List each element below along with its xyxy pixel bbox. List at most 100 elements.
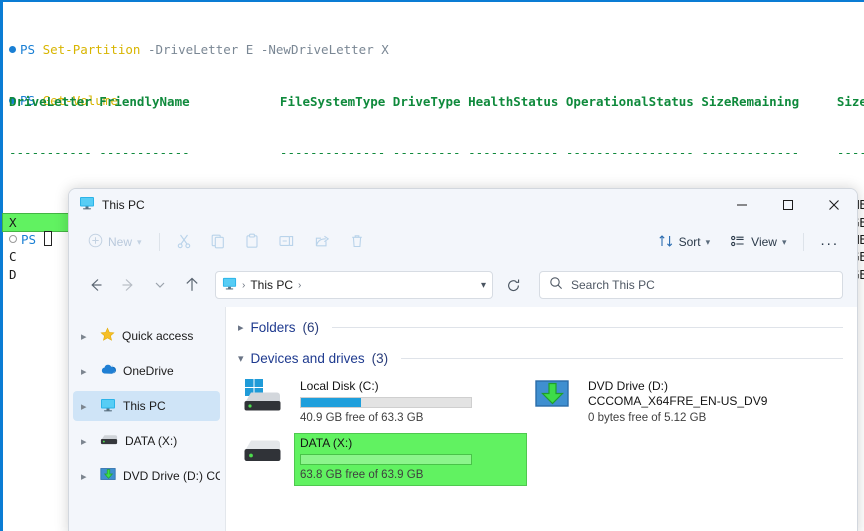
rename-button[interactable] [270,227,304,257]
recent-locations-button[interactable] [145,270,175,300]
chevron-right-icon[interactable]: ▸ [238,321,244,334]
sidebar-item-label: DVD Drive (D:) CCCO [123,469,220,483]
file-explorer-window[interactable]: This PC New ▾ [68,188,858,531]
capacity-bar-fill [301,398,361,407]
more-options-button[interactable]: ... [812,227,847,257]
group-divider [332,327,843,328]
this-pc-icon [222,276,237,294]
search-placeholder: Search This PC [571,278,655,292]
drive-tile[interactable]: DATA (X:) 63.8 GB free of 63.9 GB [238,431,530,488]
sidebar-item-dvd-drive-d-ccco[interactable]: ▸ DVD Drive (D:) CCCO [73,461,220,491]
navigation-pane[interactable]: ▸ Quick access ▸ OneDrive ▸ This PC ▸DATA (X:)… [69,307,226,531]
chevron-right-icon[interactable]: ▸ [81,400,93,413]
group-header-devices[interactable]: ▾ Devices and drives (3) [238,351,843,366]
this-pc-icon [79,195,95,216]
rename-icon [278,233,296,252]
sort-button-label: Sort [679,235,701,249]
chevron-down-icon: ▾ [706,237,711,248]
group-count: (6) [303,320,320,335]
status-bullet-icon [9,46,16,53]
refresh-button[interactable] [499,271,527,299]
drive-icon [100,433,118,449]
chevron-down-icon: ▾ [782,237,787,248]
chevron-right-icon[interactable]: ▸ [81,365,93,378]
chevron-right-icon[interactable]: ▸ [81,470,93,483]
copy-icon [210,233,226,252]
drive-free-space: 0 bytes free of 5.12 GB [588,412,813,424]
drive-tile[interactable]: DVD Drive (D:)CCCOMA_X64FRE_EN-US_DV90 b… [530,374,822,431]
status-bullet-icon [9,235,17,243]
title-bar[interactable]: This PC [69,189,857,221]
scissors-icon [176,233,192,252]
breadcrumb[interactable]: › This PC › ▾ [215,271,493,299]
sidebar-item-quick-access[interactable]: ▸ Quick access [73,321,220,351]
minimize-button[interactable] [719,189,765,221]
sort-button[interactable]: Sort ▾ [649,227,720,257]
up-button[interactable] [177,270,207,300]
chevron-right-icon[interactable]: ▸ [81,435,93,448]
sidebar-item-label: This PC [123,399,166,413]
sidebar-item-label: OneDrive [123,364,174,378]
back-button[interactable] [81,270,111,300]
window-controls [719,189,857,221]
chevron-down-icon: ▾ [137,237,142,248]
command-bar[interactable]: New ▾ [69,221,857,263]
breadcrumb-dropdown-icon[interactable]: ▾ [481,280,486,291]
sidebar-item-data-x[interactable]: ▸DATA (X:) [73,426,220,456]
drive-free-space: 63.8 GB free of 63.9 GB [300,469,521,481]
command-params: -DriveLetter E -NewDriveLetter X [140,42,388,57]
star-icon [100,327,115,345]
command-name: Set-Partition [43,42,141,57]
title-bar-left: This PC [69,195,145,216]
drive-name: DATA (X:) [300,436,521,450]
breadcrumb-item-this-pc[interactable]: This PC [250,278,293,292]
capacity-bar [300,397,472,408]
group-label: Folders [251,320,296,335]
drive-details: DVD Drive (D:)CCCOMA_X64FRE_EN-US_DV90 b… [583,377,818,428]
drive-tile[interactable]: Local Disk (C:) 40.9 GB free of 63.3 GB [238,374,530,431]
prompt-label: PS [20,42,35,57]
delete-button[interactable] [341,227,373,257]
text-cursor [44,231,52,246]
powershell-line: PS Set-Partition -DriveLetter E -NewDriv… [9,41,389,58]
drive-details: DATA (X:) 63.8 GB free of 63.9 GB [295,434,526,485]
content-pane[interactable]: ▸ Folders (6) ▾ Devices and drives (3) L… [226,307,857,531]
sidebar-item-this-pc[interactable]: ▸ This PC [73,391,220,421]
toolbar-divider [803,233,804,251]
window-title: This PC [102,198,145,212]
group-header-folders[interactable]: ▸ Folders (6) [238,320,843,335]
table-rule-row: ----------- ------------ -------------- … [9,144,864,161]
breadcrumb-separator: › [242,280,245,291]
dvd-icon [534,377,574,418]
drive-volume-label: CCCOMA_X64FRE_EN-US_DV9 [588,394,813,409]
sidebar-item-onedrive[interactable]: ▸ OneDrive [73,356,220,386]
chevron-down-icon[interactable]: ▾ [238,352,244,365]
sidebar-item-label: Quick access [122,329,193,343]
close-button[interactable] [811,189,857,221]
copy-button[interactable] [202,227,234,257]
drive-tile-list[interactable]: Local Disk (C:) 40.9 GB free of 63.3 GB DV… [238,374,843,488]
dvd-icon [100,467,116,485]
view-button-label: View [751,235,777,249]
breadcrumb-separator: › [298,280,301,291]
maximize-button[interactable] [765,189,811,221]
new-button[interactable]: New ▾ [79,227,151,257]
powershell-active-prompt[interactable]: PS [9,196,54,282]
trash-icon [349,233,365,252]
table-header-row: DriveLetter FriendlyName FileSystemType … [9,93,864,110]
search-icon [549,276,563,295]
share-button[interactable] [306,227,339,257]
drive-name: Local Disk (C:) [300,379,521,393]
view-button[interactable]: View ▾ [721,227,795,257]
toolbar-divider [159,233,160,251]
cut-button[interactable] [168,227,200,257]
drive-free-space: 40.9 GB free of 63.3 GB [300,412,521,424]
powershell-line: PS [9,231,54,248]
search-input[interactable]: Search This PC [539,271,843,299]
prompt-label: PS [21,232,36,247]
address-bar[interactable]: › This PC › ▾ Search This PC [69,263,857,307]
paste-button[interactable] [236,227,268,257]
drive-icon [242,434,286,475]
forward-button[interactable] [113,270,143,300]
chevron-right-icon[interactable]: ▸ [81,330,93,343]
